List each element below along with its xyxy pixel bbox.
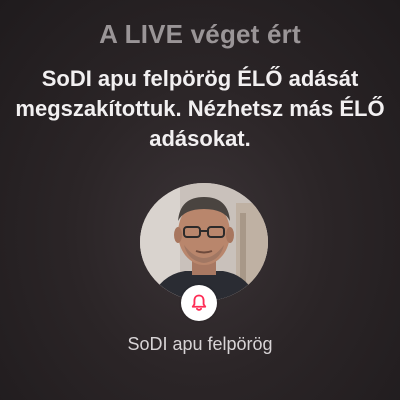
live-ended-screen: A LIVE véget ért SoDI apu felpörög ÉLŐ a… bbox=[0, 0, 400, 400]
live-ended-title: A LIVE véget ért bbox=[99, 19, 301, 49]
message-line-3: adásokat. bbox=[149, 126, 251, 151]
host-username[interactable]: SoDI apu felpörög bbox=[0, 334, 400, 355]
live-ended-message: SoDI apu felpörög ÉLŐ adását megszakítot… bbox=[0, 64, 400, 154]
notify-bell-button[interactable] bbox=[181, 285, 217, 321]
host-avatar[interactable] bbox=[140, 183, 268, 301]
message-line-1: SoDI apu felpörög ÉLŐ adását bbox=[41, 66, 359, 91]
message-line-2: megszakítottuk. Nézhetsz más ÉLŐ bbox=[15, 96, 385, 121]
bell-icon bbox=[191, 294, 207, 311]
avatar-photo bbox=[140, 183, 268, 301]
